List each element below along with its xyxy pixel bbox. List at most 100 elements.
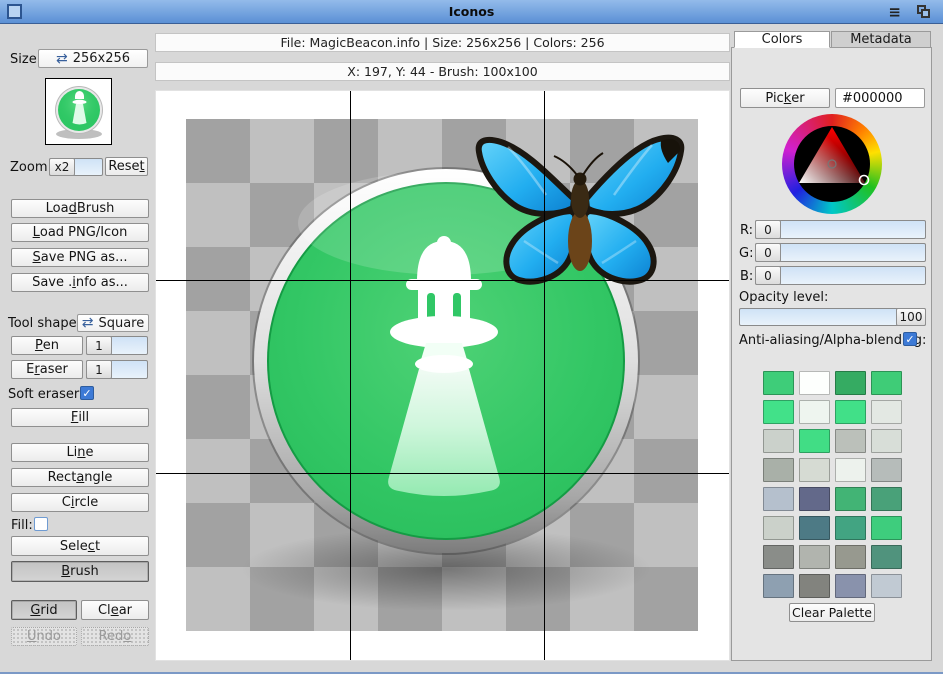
size-value: 256x256 xyxy=(73,51,130,66)
icon-preview-image xyxy=(46,79,111,144)
drawing-canvas[interactable] xyxy=(155,90,730,661)
palette-swatch[interactable] xyxy=(835,487,866,511)
fill-checkbox-label: Fill: xyxy=(11,518,33,533)
restore-front-square xyxy=(921,9,930,18)
b-label: B: xyxy=(740,269,753,284)
palette-swatch[interactable] xyxy=(871,545,902,569)
palette-swatch[interactable] xyxy=(799,487,830,511)
palette-swatch[interactable] xyxy=(763,458,794,482)
eraser-button[interactable]: Eraser xyxy=(11,360,83,379)
reset-button[interactable]: Reset xyxy=(105,157,148,176)
palette-swatch[interactable] xyxy=(763,487,794,511)
swap-icon: ⇄ xyxy=(56,54,68,64)
r-slider[interactable]: 0 xyxy=(755,220,926,239)
app-window: Iconos ≡ Size: ⇄ 256x256 Zoom: xyxy=(0,0,943,674)
r-label: R: xyxy=(740,223,753,238)
palette-swatch[interactable] xyxy=(871,487,902,511)
palette-swatch[interactable] xyxy=(835,371,866,395)
tool-shape-label: Tool shape: xyxy=(8,316,81,331)
pen-size-stepper[interactable]: 1 xyxy=(86,336,148,355)
b-slider[interactable]: 0 xyxy=(755,266,926,285)
antialias-label: Anti-aliasing/Alpha-blending: xyxy=(739,333,926,348)
antialias-checkbox[interactable]: ✓ xyxy=(903,332,917,346)
palette-swatch[interactable] xyxy=(799,458,830,482)
color-wheel[interactable] xyxy=(782,114,882,214)
palette-swatch[interactable] xyxy=(835,400,866,424)
rectangle-button[interactable]: Rectangle xyxy=(11,468,149,487)
soft-eraser-label: Soft eraser: xyxy=(8,387,83,402)
size-label: Size: xyxy=(10,52,41,67)
palette-swatch[interactable] xyxy=(763,545,794,569)
title-bar[interactable]: Iconos ≡ xyxy=(0,0,943,24)
b-value[interactable]: 0 xyxy=(755,266,781,285)
load-brush-button[interactable]: Load Brush xyxy=(11,199,149,218)
palette-swatch[interactable] xyxy=(799,516,830,540)
fill-button[interactable]: Fill xyxy=(11,408,149,427)
g-label: G: xyxy=(739,246,753,261)
palette-swatch[interactable] xyxy=(835,574,866,598)
color-triangle[interactable] xyxy=(782,114,882,214)
palette-swatch[interactable] xyxy=(763,516,794,540)
hex-color-input[interactable] xyxy=(835,88,925,108)
palette-swatch[interactable] xyxy=(871,458,902,482)
menu-icon[interactable]: ≡ xyxy=(888,4,901,20)
pen-size-value[interactable]: 1 xyxy=(86,336,112,355)
eraser-size-stepper[interactable]: 1 xyxy=(86,360,148,379)
window-title: Iconos xyxy=(0,4,943,19)
line-button[interactable]: Line xyxy=(11,443,149,462)
picker-button[interactable]: Picker xyxy=(740,88,830,108)
clear-button[interactable]: Clear xyxy=(81,600,149,620)
save-png-button[interactable]: Save PNG as... xyxy=(11,248,149,267)
circle-button[interactable]: Circle xyxy=(11,493,149,512)
palette-swatch[interactable] xyxy=(871,574,902,598)
fill-checkbox[interactable] xyxy=(34,517,48,531)
palette-swatch[interactable] xyxy=(871,400,902,424)
grid-button[interactable]: Grid xyxy=(11,600,77,620)
palette-swatch[interactable] xyxy=(799,371,830,395)
eraser-size-value[interactable]: 1 xyxy=(86,360,112,379)
cursor-info-bar: X: 197, Y: 44 - Brush: 100x100 xyxy=(155,62,730,81)
swap-icon: ⇄ xyxy=(82,318,94,328)
pen-button[interactable]: Pen xyxy=(11,336,83,355)
tab-metadata[interactable]: Metadata xyxy=(831,31,931,48)
palette-swatch[interactable] xyxy=(799,574,830,598)
zoom-value[interactable]: x2 xyxy=(49,158,75,176)
zoom-stepper[interactable]: x2 xyxy=(49,158,103,176)
palette-swatch[interactable] xyxy=(835,429,866,453)
save-info-button[interactable]: Save .info as... xyxy=(11,273,149,292)
palette-swatch[interactable] xyxy=(763,400,794,424)
g-value[interactable]: 0 xyxy=(755,243,781,262)
zoom-label: Zoom: xyxy=(10,160,52,175)
palette-swatch[interactable] xyxy=(835,545,866,569)
brush-button[interactable]: Brush xyxy=(11,561,149,582)
palette-swatch[interactable] xyxy=(799,400,830,424)
check-icon: ✓ xyxy=(82,387,91,400)
redo-button: Redo xyxy=(81,627,149,646)
palette-swatch[interactable] xyxy=(871,516,902,540)
select-button[interactable]: Select xyxy=(11,536,149,556)
size-dropdown[interactable]: ⇄ 256x256 xyxy=(38,49,148,68)
palette-swatch[interactable] xyxy=(763,371,794,395)
palette-swatch[interactable] xyxy=(763,574,794,598)
load-png-button[interactable]: Load PNG/Icon xyxy=(11,223,149,242)
restore-icon[interactable] xyxy=(917,5,930,18)
tab-colors[interactable]: Colors xyxy=(734,31,830,48)
icon-preview xyxy=(45,78,112,145)
palette-swatch[interactable] xyxy=(871,429,902,453)
palette-swatch[interactable] xyxy=(835,458,866,482)
palette-swatch[interactable] xyxy=(871,371,902,395)
palette-swatch[interactable] xyxy=(799,545,830,569)
palette-swatch[interactable] xyxy=(763,429,794,453)
opacity-slider[interactable]: 100 xyxy=(739,308,926,326)
soft-eraser-checkbox[interactable]: ✓ xyxy=(80,386,94,400)
opacity-label: Opacity level: xyxy=(739,290,828,305)
palette-swatch[interactable] xyxy=(799,429,830,453)
g-slider[interactable]: 0 xyxy=(755,243,926,262)
clear-palette-button[interactable]: Clear Palette xyxy=(789,603,875,622)
opacity-value[interactable]: 100 xyxy=(896,308,926,326)
check-icon: ✓ xyxy=(905,333,914,346)
r-value[interactable]: 0 xyxy=(755,220,781,239)
palette-swatch[interactable] xyxy=(835,516,866,540)
palette-grid xyxy=(763,371,902,598)
tool-shape-dropdown[interactable]: ⇄ Square xyxy=(77,314,149,332)
